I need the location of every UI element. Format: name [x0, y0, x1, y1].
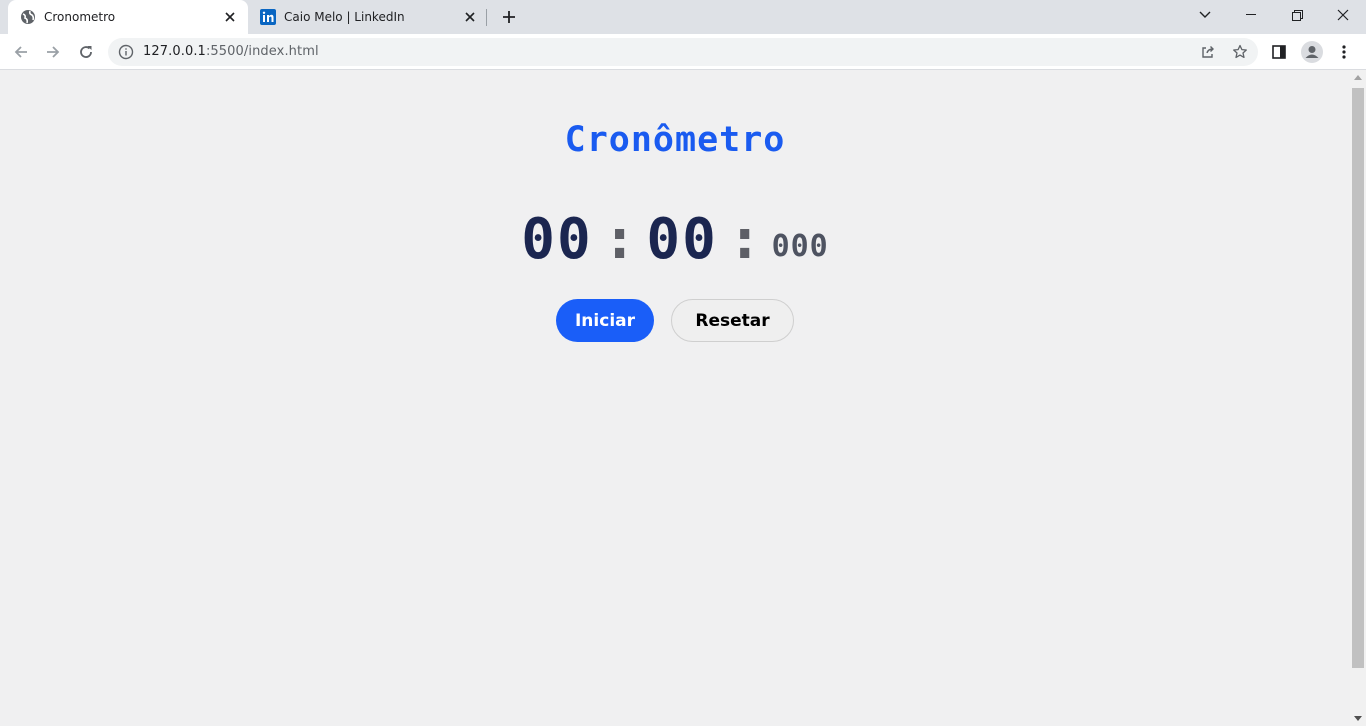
reload-icon: [80, 46, 92, 58]
tab-cronometro[interactable]: Cronometro: [8, 0, 248, 34]
page-title: Cronômetro: [564, 120, 786, 160]
new-tab-button[interactable]: [499, 7, 519, 27]
close-icon: [1337, 9, 1349, 21]
plus-icon: [503, 11, 515, 23]
url-path: :5500/index.html: [205, 44, 319, 59]
seconds-display: 00: [646, 207, 718, 272]
tab-search-button[interactable]: [1182, 0, 1228, 30]
share-icon[interactable]: [1200, 44, 1216, 60]
minimize-button[interactable]: [1228, 0, 1274, 30]
info-icon[interactable]: [118, 44, 134, 60]
arrow-left-icon: [14, 46, 27, 58]
side-panel-button[interactable]: [1267, 40, 1291, 64]
linkedin-icon: [260, 9, 276, 25]
globe-icon: [20, 9, 36, 25]
close-icon[interactable]: [462, 9, 478, 25]
reset-button[interactable]: Resetar: [671, 299, 794, 342]
back-button[interactable]: [9, 40, 33, 64]
menu-button[interactable]: [1332, 40, 1356, 64]
close-window-button[interactable]: [1320, 0, 1366, 30]
kebab-menu-icon: [1342, 45, 1346, 59]
chevron-down-icon: [1199, 11, 1211, 18]
scroll-down-arrow-icon[interactable]: [1354, 716, 1362, 721]
arrow-right-icon: [47, 46, 60, 58]
separator: :: [727, 207, 762, 272]
minimize-icon: [1246, 14, 1256, 15]
start-button[interactable]: Iniciar: [556, 299, 654, 342]
scroll-up-arrow-icon[interactable]: [1354, 75, 1362, 80]
scrollbar-thumb[interactable]: [1352, 88, 1364, 668]
bookmark-star-icon[interactable]: [1232, 44, 1248, 60]
url-text: 127.0.0.1:5500/index.html: [143, 44, 319, 59]
vertical-scrollbar[interactable]: [1350, 70, 1366, 726]
reload-button[interactable]: [74, 40, 98, 64]
restore-icon: [1291, 9, 1303, 21]
url-host: 127.0.0.1: [143, 44, 206, 59]
tab-title: Cronometro: [44, 10, 116, 24]
avatar-icon: [1301, 41, 1323, 63]
stopwatch-display: 00 : 00 : 000: [0, 198, 1350, 268]
side-panel-icon: [1272, 45, 1286, 59]
milliseconds-display: 000: [771, 229, 829, 264]
tab-strip: Cronometro Caio Melo | LinkedIn: [0, 0, 1366, 34]
profile-button[interactable]: [1300, 40, 1324, 64]
tab-title: Caio Melo | LinkedIn: [284, 10, 405, 24]
minutes-display: 00: [521, 207, 593, 272]
tab-linkedin[interactable]: Caio Melo | LinkedIn: [248, 0, 488, 34]
browser-toolbar: 127.0.0.1:5500/index.html: [0, 34, 1366, 70]
close-icon[interactable]: [222, 9, 238, 25]
address-bar[interactable]: 127.0.0.1:5500/index.html: [108, 38, 1258, 66]
separator: :: [602, 207, 637, 272]
tab-separator: [486, 9, 487, 26]
forward-button[interactable]: [41, 40, 65, 64]
restore-button[interactable]: [1274, 0, 1320, 30]
page-content: Cronômetro 00 : 00 : 000 Iniciar Resetar: [0, 70, 1350, 726]
